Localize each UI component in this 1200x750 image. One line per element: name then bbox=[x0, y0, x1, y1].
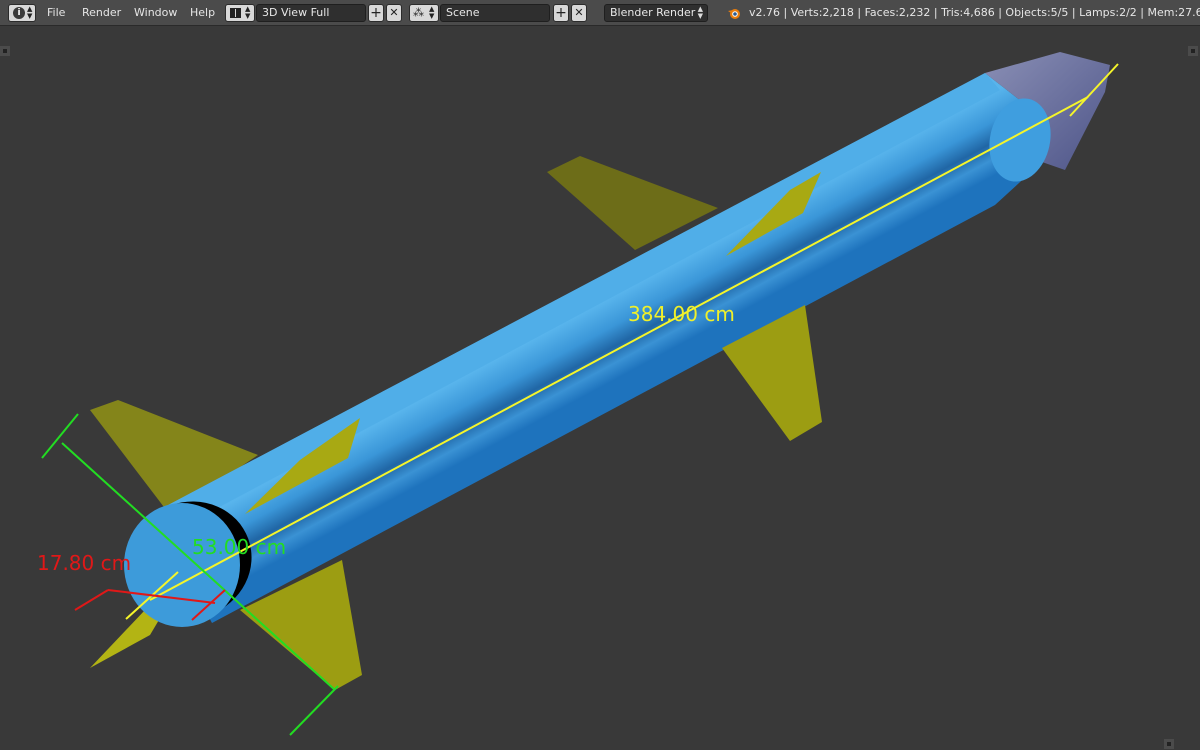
chevron-updown-icon: ▲ ▼ bbox=[245, 5, 251, 20]
scene-field[interactable]: Scene bbox=[440, 4, 550, 22]
close-icon: ✕ bbox=[574, 6, 584, 19]
add-screen-button[interactable]: + bbox=[368, 4, 384, 22]
chevron-updown-icon: ▲ ▼ bbox=[697, 5, 703, 20]
scene-icon: ⁂ bbox=[413, 6, 424, 19]
screen-layout-browse-button[interactable]: ▲ ▼ bbox=[225, 4, 255, 22]
menu-render[interactable]: Render bbox=[82, 5, 121, 21]
rocket-scene[interactable] bbox=[0, 26, 1200, 750]
plus-icon: + bbox=[555, 5, 567, 21]
delete-screen-button[interactable]: ✕ bbox=[386, 4, 402, 22]
screen-layout-field[interactable]: 3D View Full bbox=[256, 4, 366, 22]
rocket-body-top-shade[interactable] bbox=[153, 73, 1000, 528]
render-engine-select[interactable]: Blender Render ▲ ▼ bbox=[604, 4, 708, 22]
rocket-body[interactable] bbox=[153, 73, 1048, 623]
editor-type-button[interactable]: i ▲ ▼ bbox=[8, 4, 36, 22]
scene-browse-button[interactable]: ⁂ ▲ ▼ bbox=[409, 4, 439, 22]
menu-window[interactable]: Window bbox=[134, 5, 177, 21]
close-icon: ✕ bbox=[389, 6, 399, 19]
menu-file[interactable]: File bbox=[47, 5, 65, 21]
viewport-corner-widget[interactable] bbox=[1164, 739, 1174, 749]
length-measurement-label: 384.00 cm bbox=[628, 302, 735, 326]
scene-statistics: v2.76 | Verts:2,218 | Faces:2,232 | Tris… bbox=[749, 6, 1200, 19]
layout-grid-icon bbox=[230, 8, 241, 18]
width-measurement-label: 53.00 cm bbox=[192, 535, 287, 559]
add-scene-button[interactable]: + bbox=[553, 4, 569, 22]
plus-icon: + bbox=[370, 5, 382, 21]
viewport-corner-widget[interactable] bbox=[1188, 46, 1198, 56]
chevron-updown-icon: ▲ ▼ bbox=[429, 5, 435, 20]
tail-face[interactable] bbox=[124, 503, 240, 627]
render-engine-label: Blender Render bbox=[610, 6, 696, 19]
chevron-updown-icon: ▲ ▼ bbox=[27, 5, 33, 20]
diameter-measurement-label: 17.80 cm bbox=[37, 551, 132, 575]
viewport-corner-widget[interactable] bbox=[0, 46, 10, 56]
info-icon: i bbox=[13, 7, 25, 19]
blender-logo-icon bbox=[728, 9, 740, 19]
menu-help[interactable]: Help bbox=[190, 5, 215, 21]
3d-viewport[interactable]: 384.00 cm 53.00 cm 17.80 cm bbox=[0, 26, 1200, 750]
delete-scene-button[interactable]: ✕ bbox=[571, 4, 587, 22]
info-header: i ▲ ▼ File Render Window Help ▲ ▼ 3D View … bbox=[0, 0, 1200, 26]
